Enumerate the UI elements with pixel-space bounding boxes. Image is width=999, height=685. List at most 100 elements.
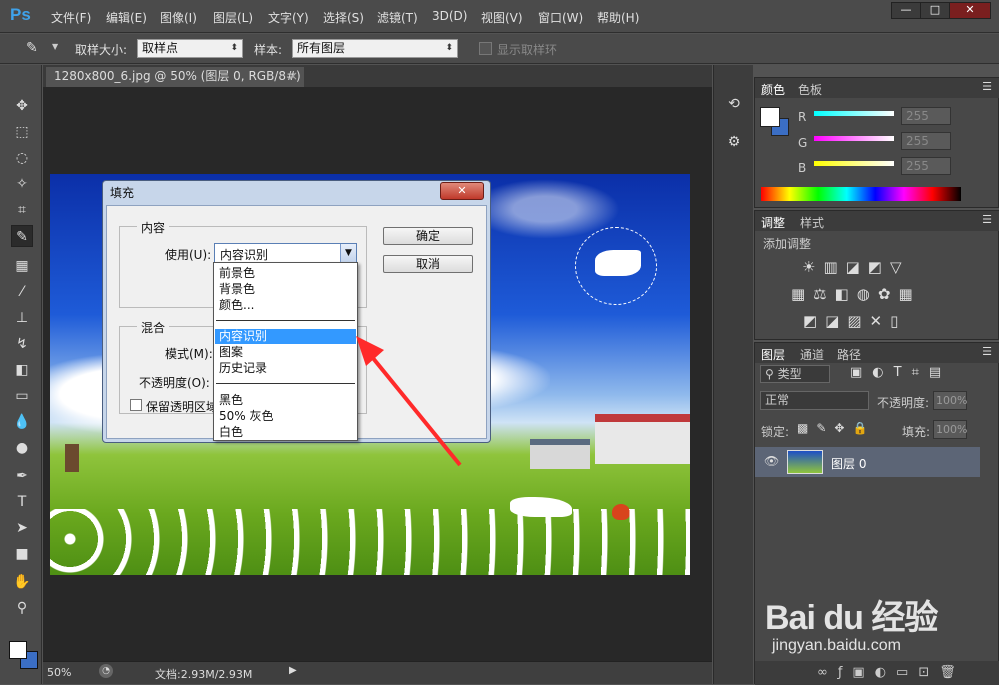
tab-styles[interactable]: 样式 [800,214,824,231]
menu-layer[interactable]: 图层(L) [213,9,253,26]
option-background-color[interactable]: 背景色 [219,282,255,297]
minimize-button[interactable]: — [891,2,921,19]
option-history[interactable]: 历史记录 [219,361,267,376]
option-content-aware[interactable]: 内容识别 [219,329,267,344]
menu-help[interactable]: 帮助(H) [597,9,639,26]
g-slider[interactable] [814,136,894,141]
panel-menu-icon[interactable]: ☰ [982,213,992,226]
dodge-tool-icon[interactable]: ● [11,437,33,459]
use-select-value: 内容识别 [220,248,269,262]
option-50-gray[interactable]: 50% 灰色 [219,409,274,424]
sample-select[interactable]: 所有图层 ⬍ [292,39,458,58]
tab-channels[interactable]: 通道 [800,346,824,363]
tab-color[interactable]: 颜色 [761,81,785,98]
preserve-transparency-checkbox[interactable] [130,399,142,411]
close-tab-icon[interactable]: × [288,67,298,86]
eyedropper-tool-icon[interactable]: ✎ [11,225,33,247]
dialog-title: 填充 [110,186,135,200]
show-ring-checkbox[interactable] [479,42,492,55]
use-dropdown-list: 前景色 背景色 颜色... 内容识别 图案 历史记录 黑色 50% 灰色 白色 [213,262,358,441]
zoom-level[interactable]: 50% [47,666,71,679]
layer-filter-icons[interactable]: ▣◐T⌗▤ [850,365,951,380]
healing-tool-icon[interactable]: ▦ [11,255,33,277]
r-value-field[interactable]: 255 [901,107,951,125]
menu-file[interactable]: 文件(F) [51,9,91,26]
menu-window[interactable]: 窗口(W) [538,9,583,26]
eraser-tool-icon[interactable]: ◧ [11,359,33,381]
stamp-tool-icon[interactable]: ⊥ [11,307,33,329]
layer-row[interactable]: 👁 图层 0 [755,447,980,477]
marquee-tool-icon[interactable]: ⬚ [11,121,33,143]
panel-menu-icon[interactable]: ☰ [982,345,992,358]
chevron-down-icon[interactable]: ▼ [340,244,356,262]
chevron-down-icon[interactable]: ▼ [52,42,58,51]
cancel-button[interactable]: 取消 [383,255,473,273]
layer-opacity-label: 不透明度: [877,396,930,410]
close-window-button[interactable]: ✕ [949,2,991,19]
eyedropper-icon[interactable]: ✎ [26,40,38,56]
layer-filter-select[interactable]: ⚲ 类型 [760,365,830,383]
hand-tool-icon[interactable]: ✋ [11,571,33,593]
fg-color-chip[interactable] [760,107,780,127]
sample-size-select[interactable]: 取样点 ⬍ [137,39,243,58]
option-pattern[interactable]: 图案 [219,345,243,360]
history-brush-tool-icon[interactable]: ↯ [11,333,33,355]
blur-tool-icon[interactable]: 💧 [11,411,33,433]
use-select[interactable]: 内容识别 ▼ [214,243,357,263]
brush-tool-icon[interactable]: ⁄ [11,281,33,303]
b-value-field[interactable]: 255 [901,157,951,175]
menu-select[interactable]: 选择(S) [323,9,364,26]
layer-opacity-field[interactable]: 100% [933,391,967,410]
crop-tool-icon[interactable]: ⌗ [11,199,33,221]
path-select-tool-icon[interactable]: ➤ [11,517,33,539]
eye-icon[interactable]: 👁 [764,454,779,468]
tab-paths[interactable]: 路径 [837,346,861,363]
adjustment-icons-row-3[interactable]: ◩◪▨✕▯ [803,312,906,330]
sample-size-value: 取样点 [142,41,179,55]
ok-button[interactable]: 确定 [383,227,473,245]
lock-icons[interactable]: ▩✎✥🔒 [797,421,875,435]
divider [216,320,355,321]
gradient-tool-icon[interactable]: ▭ [11,385,33,407]
document-tab[interactable]: 1280x800_6.jpg @ 50% (图层 0, RGB/8#) *× [46,67,304,102]
lasso-tool-icon[interactable]: ◌ [11,147,33,169]
status-arrow-icon[interactable]: ▶ [289,665,297,676]
menu-edit[interactable]: 编辑(E) [106,9,147,26]
add-adjustment-label: 添加调整 [763,237,812,251]
menu-view[interactable]: 视图(V) [481,9,523,26]
r-slider[interactable] [814,111,894,116]
menu-3d[interactable]: 3D(D) [432,9,467,23]
layer-fill-field[interactable]: 100% [933,420,967,439]
shape-tool-icon[interactable]: ■ [11,543,33,565]
tab-swatches[interactable]: 色板 [798,81,822,98]
option-color[interactable]: 颜色... [219,298,254,313]
content-group-label: 内容 [137,219,170,236]
history-panel-icon[interactable]: ⟲ [723,93,745,115]
status-menu-icon[interactable]: ◔ [99,664,113,678]
blend-mode-select[interactable]: 正常 [760,391,869,410]
option-foreground-color[interactable]: 前景色 [219,266,255,281]
option-black[interactable]: 黑色 [219,393,243,408]
menu-filter[interactable]: 滤镜(T) [377,9,418,26]
color-spectrum[interactable] [761,187,961,201]
maximize-button[interactable]: □ [920,2,950,19]
quick-select-tool-icon[interactable]: ✧ [11,173,33,195]
type-tool-icon[interactable]: T [11,491,33,513]
panel-menu-icon[interactable]: ☰ [982,80,992,93]
layers-footer-icons[interactable]: ∞ƒ▣◐▭⊡🗑 [755,661,999,685]
b-slider[interactable] [814,161,894,166]
option-white[interactable]: 白色 [219,425,243,440]
tab-adjustments[interactable]: 调整 [761,214,785,231]
dialog-close-button[interactable]: ✕ [440,182,484,200]
color-panel: 颜色 色板 ☰ R 255 G 255 B 255 [754,77,999,208]
g-value-field[interactable]: 255 [901,132,951,150]
zoom-tool-icon[interactable]: ⚲ [11,597,33,619]
menu-image[interactable]: 图像(I) [160,9,197,26]
pen-tool-icon[interactable]: ✒ [11,465,33,487]
adjustment-icons-row-2[interactable]: ▦⚖◧◍✿▦ [791,285,921,303]
move-tool-icon[interactable]: ✥ [11,95,33,117]
menu-type[interactable]: 文字(Y) [268,9,309,26]
properties-panel-icon[interactable]: ⚙ [723,131,745,153]
adjustment-icons-row-1[interactable]: ☀▥◪◩▽ [802,258,910,276]
tab-layers[interactable]: 图层 [761,346,785,363]
